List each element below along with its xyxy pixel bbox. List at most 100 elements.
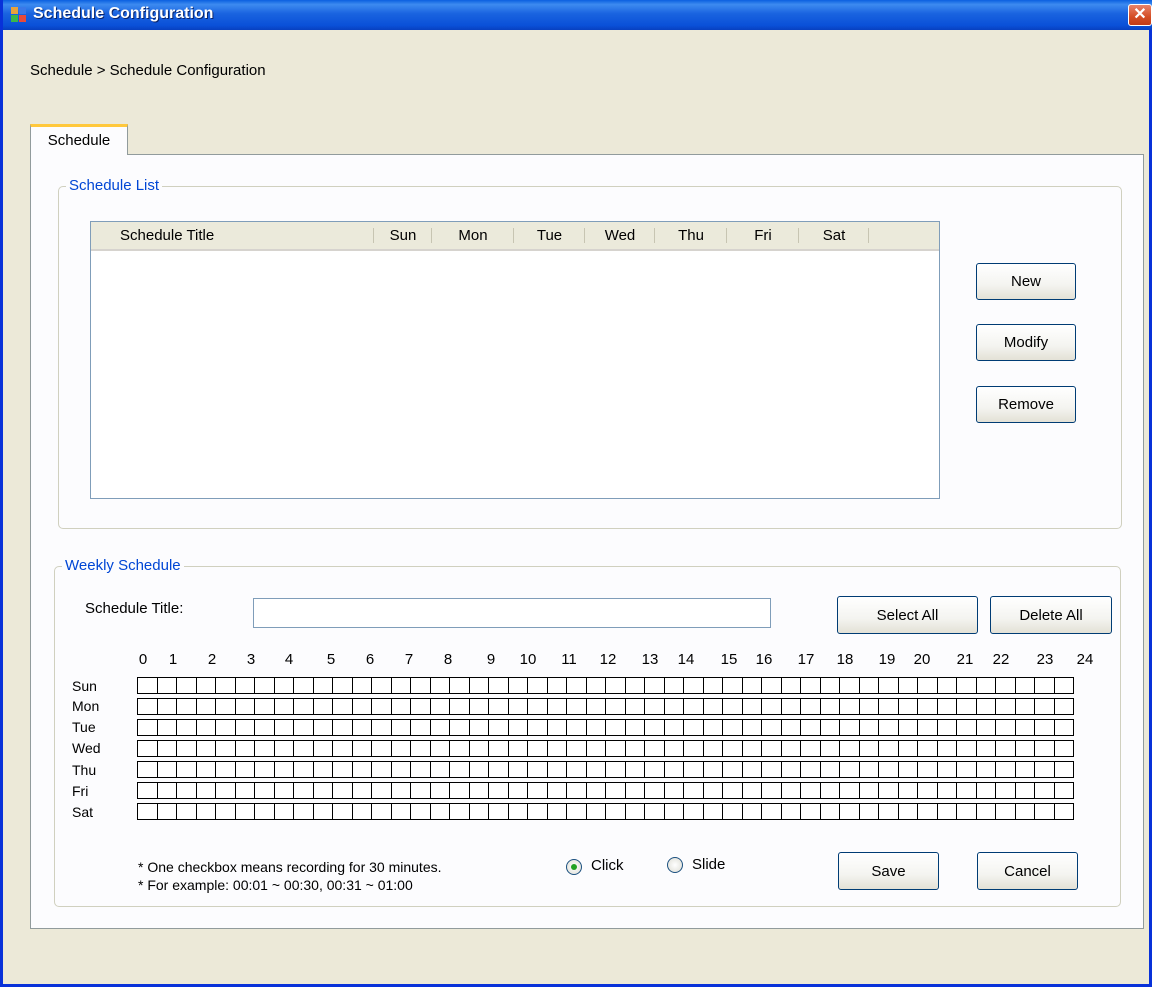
column-header-schedule-title[interactable]: Schedule Title: [91, 222, 374, 249]
slot-checkbox[interactable]: [1034, 719, 1055, 736]
slot-checkbox[interactable]: [761, 803, 782, 820]
close-icon[interactable]: ✕: [1128, 4, 1152, 26]
slot-checkbox[interactable]: [742, 740, 762, 757]
slot-checkbox[interactable]: [956, 761, 977, 778]
weekly-slot-grid[interactable]: [137, 677, 1075, 824]
slot-checkbox[interactable]: [664, 782, 684, 799]
slot-checkbox[interactable]: [215, 740, 236, 757]
slot-checkbox[interactable]: [761, 782, 782, 799]
slot-checkbox[interactable]: [137, 677, 158, 694]
slot-checkbox[interactable]: [527, 719, 548, 736]
slot-checkbox[interactable]: [1015, 698, 1035, 715]
slot-checkbox[interactable]: [313, 677, 333, 694]
slot-checkbox[interactable]: [235, 677, 255, 694]
slot-checkbox[interactable]: [683, 677, 704, 694]
slot-checkbox[interactable]: [196, 719, 216, 736]
slot-checkbox[interactable]: [352, 719, 372, 736]
slot-checkbox[interactable]: [547, 761, 567, 778]
slot-checkbox[interactable]: [449, 803, 470, 820]
slot-checkbox[interactable]: [137, 719, 158, 736]
slot-checkbox[interactable]: [352, 761, 372, 778]
slot-checkbox[interactable]: [157, 761, 177, 778]
slot-checkbox[interactable]: [995, 677, 1016, 694]
slot-checkbox[interactable]: [644, 677, 665, 694]
slot-checkbox[interactable]: [508, 761, 528, 778]
slot-checkbox[interactable]: [313, 803, 333, 820]
slot-checkbox[interactable]: [391, 803, 411, 820]
slot-checkbox[interactable]: [235, 698, 255, 715]
slot-checkbox[interactable]: [703, 740, 723, 757]
column-header-sat[interactable]: Sat: [799, 222, 869, 249]
slot-checkbox[interactable]: [371, 719, 392, 736]
slot-checkbox[interactable]: [995, 698, 1016, 715]
slot-checkbox[interactable]: [235, 803, 255, 820]
slot-checkbox[interactable]: [995, 719, 1016, 736]
slot-checkbox[interactable]: [391, 761, 411, 778]
slot-checkbox[interactable]: [781, 782, 801, 799]
slot-checkbox[interactable]: [391, 782, 411, 799]
slot-checkbox[interactable]: [859, 803, 879, 820]
slot-checkbox[interactable]: [761, 698, 782, 715]
slot-checkbox[interactable]: [898, 740, 918, 757]
slot-checkbox[interactable]: [293, 698, 314, 715]
slot-checkbox[interactable]: [566, 677, 587, 694]
slot-checkbox[interactable]: [664, 677, 684, 694]
slot-checkbox[interactable]: [878, 761, 899, 778]
slot-checkbox[interactable]: [878, 782, 899, 799]
slot-checkbox[interactable]: [215, 803, 236, 820]
slot-checkbox[interactable]: [1015, 677, 1035, 694]
slot-checkbox[interactable]: [1054, 761, 1074, 778]
slide-mode-radio[interactable]: [667, 857, 683, 873]
slot-checkbox[interactable]: [469, 719, 489, 736]
slot-checkbox[interactable]: [157, 803, 177, 820]
slot-checkbox[interactable]: [215, 782, 236, 799]
slot-checkbox[interactable]: [800, 677, 821, 694]
slot-checkbox[interactable]: [508, 677, 528, 694]
slot-checkbox[interactable]: [176, 677, 197, 694]
slot-checkbox[interactable]: [313, 719, 333, 736]
slot-checkbox[interactable]: [722, 740, 743, 757]
slot-checkbox[interactable]: [878, 740, 899, 757]
slot-checkbox[interactable]: [371, 782, 392, 799]
slot-checkbox[interactable]: [956, 740, 977, 757]
slot-checkbox[interactable]: [469, 782, 489, 799]
slot-checkbox[interactable]: [527, 782, 548, 799]
slot-checkbox[interactable]: [644, 698, 665, 715]
slot-checkbox[interactable]: [644, 740, 665, 757]
slot-checkbox[interactable]: [566, 803, 587, 820]
click-mode-label[interactable]: Click: [591, 857, 624, 874]
slot-checkbox[interactable]: [469, 698, 489, 715]
slot-checkbox[interactable]: [820, 698, 840, 715]
slot-checkbox[interactable]: [1034, 782, 1055, 799]
slot-checkbox[interactable]: [586, 719, 606, 736]
slot-checkbox[interactable]: [293, 782, 314, 799]
slot-checkbox[interactable]: [430, 761, 450, 778]
slot-checkbox[interactable]: [469, 677, 489, 694]
slot-checkbox[interactable]: [1015, 740, 1035, 757]
slot-checkbox[interactable]: [1015, 719, 1035, 736]
slot-checkbox[interactable]: [235, 761, 255, 778]
slot-checkbox[interactable]: [215, 719, 236, 736]
slot-checkbox[interactable]: [859, 740, 879, 757]
slot-checkbox[interactable]: [527, 740, 548, 757]
slot-checkbox[interactable]: [898, 698, 918, 715]
slot-checkbox[interactable]: [820, 761, 840, 778]
slot-checkbox[interactable]: [683, 761, 704, 778]
slot-checkbox[interactable]: [391, 719, 411, 736]
slot-checkbox[interactable]: [800, 719, 821, 736]
slot-checkbox[interactable]: [293, 803, 314, 820]
slot-checkbox[interactable]: [566, 698, 587, 715]
slot-checkbox[interactable]: [371, 803, 392, 820]
slot-checkbox[interactable]: [391, 740, 411, 757]
slot-checkbox[interactable]: [547, 698, 567, 715]
slot-checkbox[interactable]: [137, 740, 158, 757]
slot-checkbox[interactable]: [215, 677, 236, 694]
slot-checkbox[interactable]: [703, 677, 723, 694]
slot-checkbox[interactable]: [605, 761, 626, 778]
slot-checkbox[interactable]: [586, 740, 606, 757]
slot-checkbox[interactable]: [859, 761, 879, 778]
slot-checkbox[interactable]: [254, 698, 275, 715]
slot-checkbox[interactable]: [1034, 761, 1055, 778]
slot-checkbox[interactable]: [527, 698, 548, 715]
slot-checkbox[interactable]: [352, 803, 372, 820]
